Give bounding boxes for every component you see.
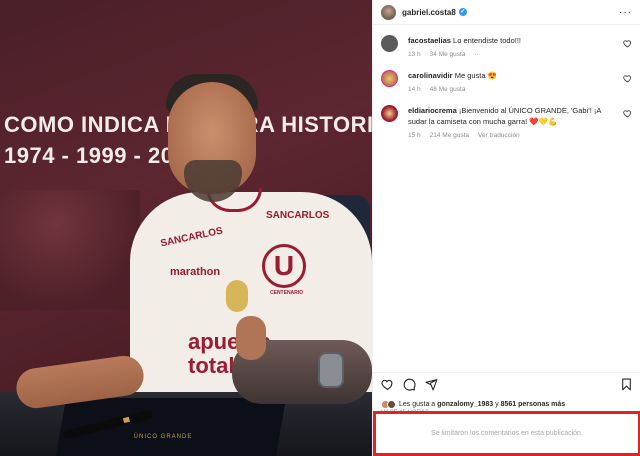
post-panel: gabriel.costa8 ✓ ··· facostaelias Lo ent… (372, 0, 640, 456)
author-username-text[interactable]: gabriel.costa8 (402, 8, 456, 17)
comment-item: carolinavidir Me gusta 😍 14 h 48 Me gust… (381, 70, 632, 93)
comment-bubble-icon[interactable] (403, 378, 416, 391)
verified-badge-icon: ✓ (458, 8, 467, 16)
heart-icon[interactable] (623, 74, 632, 83)
likes-text: Les gusta a gonzalomy_1983 y 8561 person… (399, 401, 565, 408)
commenter-avatar[interactable] (381, 35, 398, 52)
comment-text: carolinavidir Me gusta 😍 (408, 70, 620, 81)
commenter-username[interactable]: carolinavidir (408, 71, 453, 80)
like-heart-icon[interactable] (381, 378, 394, 391)
liker-avatar (387, 399, 396, 409)
comments-disabled-notice: Se limitaron los comentarios en esta pub… (373, 411, 640, 456)
comment-text: facostaelias Lo entendiste todo!!! (408, 35, 620, 46)
club-crest: U (262, 244, 306, 288)
likes-middle: y (495, 400, 499, 408)
heart-icon[interactable] (623, 109, 632, 118)
post-header: gabriel.costa8 ✓ ··· (373, 0, 640, 25)
comment-likes[interactable]: 214 Me gusta (430, 132, 469, 139)
comment-time: 15 h (408, 132, 421, 139)
comment-likes[interactable]: 34 Me gusta (430, 51, 466, 58)
comment-content: Lo entendiste todo!!! (453, 36, 522, 45)
wristwatch (318, 352, 344, 388)
comment-item: facostaelias Lo entendiste todo!!! 13 h … (381, 35, 632, 58)
commenter-username[interactable]: facostaelias (408, 36, 451, 45)
likes-prefix: Les gusta a (399, 400, 436, 408)
jersey-sponsor-chest: SANCARLOS (266, 210, 330, 221)
comment-likes[interactable]: 48 Me gusta (430, 86, 466, 93)
comment-body: eldiariocrema ¡Bienvenido al ÚNICO GRAND… (408, 105, 620, 139)
comment-meta: 14 h 48 Me gusta (408, 86, 620, 93)
more-options-icon[interactable]: ··· (619, 7, 632, 18)
thumbs-up (236, 316, 266, 360)
comment-text: eldiariocrema ¡Bienvenido al ÚNICO GRAND… (408, 105, 620, 127)
jersey-marathon: marathon (170, 266, 221, 278)
likes-count[interactable]: 8561 personas más (501, 401, 566, 408)
comment-item: eldiariocrema ¡Bienvenido al ÚNICO GRAND… (381, 105, 632, 139)
comments-disabled-text: Se limitaron los comentarios en esta pub… (431, 430, 583, 437)
action-bar (373, 372, 640, 396)
comment-content: Me gusta 😍 (454, 71, 497, 80)
commenter-username[interactable]: eldiariocrema (408, 106, 457, 115)
comment-meta: 15 h 214 Me gusta Ver traducción (408, 132, 620, 139)
comments-list: facostaelias Lo entendiste todo!!! 13 h … (373, 25, 640, 139)
see-translation-link[interactable]: Ver traducción (478, 132, 520, 139)
post-photo[interactable]: COMO INDICA NUESTRA HISTORIA. 1974 - 199… (0, 0, 372, 456)
comment-more-icon[interactable]: ··· (474, 51, 481, 58)
jersey-centenario: CENTENARIO (270, 290, 304, 296)
comment-meta: 13 h 34 Me gusta ··· (408, 51, 620, 58)
comment-body: carolinavidir Me gusta 😍 14 h 48 Me gust… (408, 70, 620, 93)
author-avatar[interactable] (381, 4, 396, 20)
author-username[interactable]: gabriel.costa8 ✓ (402, 8, 467, 17)
likes-summary[interactable]: Les gusta a gonzalomy_1983 y 8561 person… (381, 398, 633, 410)
comment-body: facostaelias Lo entendiste todo!!! 13 h … (408, 35, 620, 58)
folder-label: ÚNICO GRANDE (133, 434, 193, 440)
heart-icon[interactable] (623, 39, 632, 48)
trophy-badge (226, 280, 248, 312)
bookmark-icon[interactable] (620, 378, 633, 391)
commenter-avatar[interactable] (381, 70, 398, 87)
comment-time: 13 h (408, 51, 421, 58)
trophy-shelf (0, 190, 140, 310)
share-send-icon[interactable] (425, 378, 438, 391)
comment-time: 14 h (408, 86, 421, 93)
likes-user[interactable]: gonzalomy_1983 (437, 401, 493, 408)
commenter-avatar[interactable] (381, 105, 398, 122)
